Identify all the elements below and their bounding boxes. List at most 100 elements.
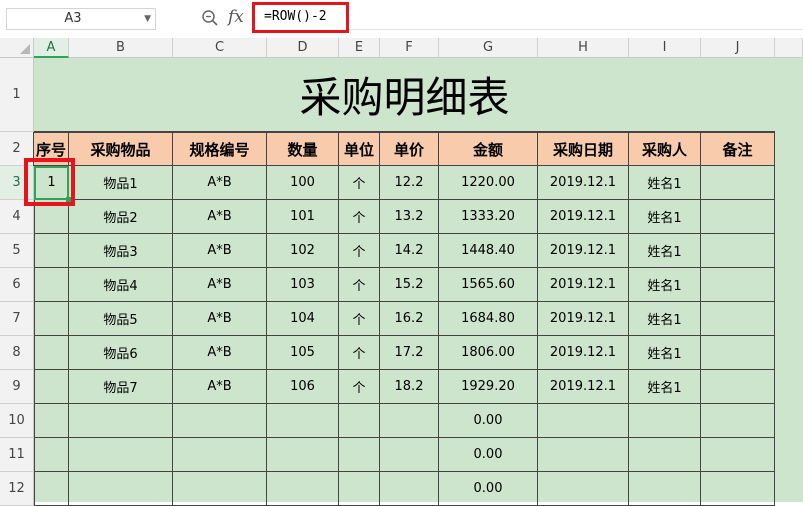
cell-j11[interactable] [701, 438, 775, 472]
cell-a12[interactable] [34, 472, 69, 506]
cell-i7[interactable]: 姓名1 [629, 302, 701, 336]
cell-a8[interactable] [34, 336, 69, 370]
cell-g7[interactable]: 1684.80 [439, 302, 538, 336]
cell-c5[interactable]: A*B [173, 234, 267, 268]
cell-g5[interactable]: 1448.40 [439, 234, 538, 268]
cell-h5[interactable]: 2019.12.1 [538, 234, 629, 268]
cell-i6[interactable]: 姓名1 [629, 268, 701, 302]
cell-f11[interactable] [380, 438, 439, 472]
cell-h6[interactable]: 2019.12.1 [538, 268, 629, 302]
header-cell-i[interactable]: 采购人 [628, 132, 701, 166]
column-header-a[interactable]: A [34, 38, 69, 58]
cell-g3[interactable]: 1220.00 [439, 166, 538, 200]
cell-f10[interactable] [380, 404, 439, 438]
cell-b11[interactable] [69, 438, 173, 472]
column-header-b[interactable]: B [69, 38, 173, 58]
cell-d3[interactable]: 100 [267, 166, 339, 200]
column-header-g[interactable]: G [439, 38, 538, 58]
cell-d10[interactable] [267, 404, 339, 438]
cell-e7[interactable]: 个 [339, 302, 380, 336]
column-header-d[interactable]: D [267, 38, 339, 58]
cell-j8[interactable] [701, 336, 775, 370]
cell-c11[interactable] [173, 438, 267, 472]
row-header-9[interactable]: 9 [0, 370, 34, 404]
row-header-10[interactable]: 10 [0, 404, 34, 438]
header-cell-b[interactable]: 采购物品 [68, 132, 173, 166]
header-cell-j[interactable]: 备注 [700, 132, 775, 166]
cell-g12[interactable]: 0.00 [439, 472, 538, 506]
cell-e3[interactable]: 个 [339, 166, 380, 200]
cell-e5[interactable]: 个 [339, 234, 380, 268]
cell-b9[interactable]: 物品7 [69, 370, 173, 404]
cell-i5[interactable]: 姓名1 [629, 234, 701, 268]
cell-f4[interactable]: 13.2 [380, 200, 439, 234]
cell-c9[interactable]: A*B [173, 370, 267, 404]
cell-b3[interactable]: 物品1 [69, 166, 173, 200]
cell-j7[interactable] [701, 302, 775, 336]
cell-f7[interactable]: 16.2 [380, 302, 439, 336]
cell-a9[interactable] [34, 370, 69, 404]
cell-i10[interactable] [629, 404, 701, 438]
cell-a5[interactable] [34, 234, 69, 268]
header-cell-e[interactable]: 单位 [338, 132, 380, 166]
cell-a6[interactable] [34, 268, 69, 302]
cell-b4[interactable]: 物品2 [69, 200, 173, 234]
cell-b8[interactable]: 物品6 [69, 336, 173, 370]
cell-e10[interactable] [339, 404, 380, 438]
cell-d8[interactable]: 105 [267, 336, 339, 370]
cell-c12[interactable] [173, 472, 267, 506]
cell-d12[interactable] [267, 472, 339, 506]
cell-c7[interactable]: A*B [173, 302, 267, 336]
cell-h7[interactable]: 2019.12.1 [538, 302, 629, 336]
cell-g8[interactable]: 1806.00 [439, 336, 538, 370]
header-cell-d[interactable]: 数量 [266, 132, 339, 166]
cell-i3[interactable]: 姓名1 [629, 166, 701, 200]
cell-j5[interactable] [701, 234, 775, 268]
cell-c3[interactable]: A*B [173, 166, 267, 200]
row-header-11[interactable]: 11 [0, 438, 34, 472]
cell-a10[interactable] [34, 404, 69, 438]
cell-f8[interactable]: 17.2 [380, 336, 439, 370]
cell-f12[interactable] [380, 472, 439, 506]
zoom-icon[interactable] [201, 9, 219, 27]
column-header-e[interactable]: E [339, 38, 380, 58]
formula-input[interactable]: =ROW()-2 [252, 2, 349, 33]
row-header-8[interactable]: 8 [0, 336, 34, 370]
cell-h12[interactable] [538, 472, 629, 506]
column-header-c[interactable]: C [173, 38, 267, 58]
header-cell-c[interactable]: 规格编号 [172, 132, 267, 166]
cell-f5[interactable]: 14.2 [380, 234, 439, 268]
row-header-1[interactable]: 1 [0, 58, 34, 132]
name-box[interactable]: A3 ▼ [6, 8, 156, 30]
cell-h10[interactable] [538, 404, 629, 438]
cell-b10[interactable] [69, 404, 173, 438]
cell-j4[interactable] [701, 200, 775, 234]
cell-h4[interactable]: 2019.12.1 [538, 200, 629, 234]
cell-d6[interactable]: 103 [267, 268, 339, 302]
cell-i4[interactable]: 姓名1 [629, 200, 701, 234]
cell-h9[interactable]: 2019.12.1 [538, 370, 629, 404]
cell-d11[interactable] [267, 438, 339, 472]
cell-j12[interactable] [701, 472, 775, 506]
cell-d4[interactable]: 101 [267, 200, 339, 234]
row-header-6[interactable]: 6 [0, 268, 34, 302]
fx-icon[interactable]: fx [228, 7, 244, 27]
cell-h11[interactable] [538, 438, 629, 472]
cell-h8[interactable]: 2019.12.1 [538, 336, 629, 370]
cell-c4[interactable]: A*B [173, 200, 267, 234]
cell-h3[interactable]: 2019.12.1 [538, 166, 629, 200]
cell-d9[interactable]: 106 [267, 370, 339, 404]
sheet-title[interactable]: 采购明细表 [34, 58, 775, 132]
cell-g6[interactable]: 1565.60 [439, 268, 538, 302]
cell-e11[interactable] [339, 438, 380, 472]
cell-f3[interactable]: 12.2 [380, 166, 439, 200]
cell-a11[interactable] [34, 438, 69, 472]
cell-g4[interactable]: 1333.20 [439, 200, 538, 234]
cell-d7[interactable]: 104 [267, 302, 339, 336]
cell-i8[interactable]: 姓名1 [629, 336, 701, 370]
column-header-f[interactable]: F [380, 38, 439, 58]
cell-c8[interactable]: A*B [173, 336, 267, 370]
cell-j6[interactable] [701, 268, 775, 302]
header-cell-h[interactable]: 采购日期 [537, 132, 629, 166]
row-header-7[interactable]: 7 [0, 302, 34, 336]
